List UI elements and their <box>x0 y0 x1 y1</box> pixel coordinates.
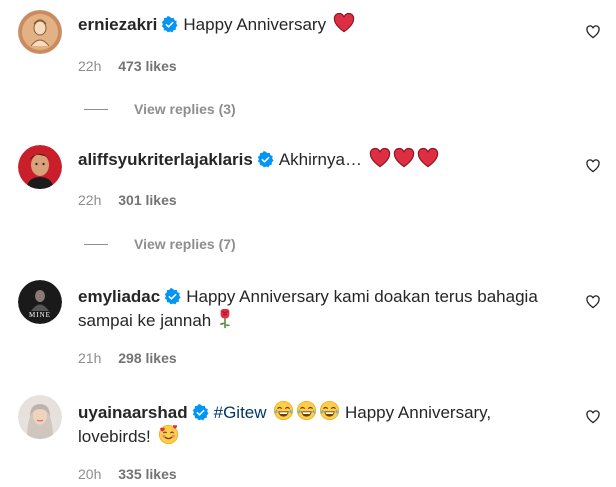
timestamp[interactable]: 21h <box>78 350 101 366</box>
username[interactable]: aliffsyukriterlajaklaris <box>78 150 253 169</box>
view-replies-label: View replies (7) <box>134 236 236 252</box>
username[interactable]: emyliadac <box>78 287 160 306</box>
avatar-image <box>18 145 62 189</box>
verified-badge-icon <box>164 288 181 305</box>
view-replies-button[interactable]: View replies (3) <box>84 101 236 117</box>
view-replies-button[interactable]: View replies (7) <box>84 236 236 252</box>
avatar[interactable]: MINE <box>18 280 62 324</box>
smiling-face-with-hearts-icon <box>158 424 179 445</box>
red-heart-icon <box>333 13 355 33</box>
red-heart-icon <box>417 148 439 168</box>
likes-count[interactable]: 335 likes <box>118 466 176 482</box>
tears-of-joy-icon <box>296 400 317 421</box>
comment-meta: 22h 473 likes <box>78 58 177 74</box>
username[interactable]: uyainaarshad <box>78 403 188 422</box>
comment-meta: 20h 335 likes <box>78 466 177 482</box>
likes-count[interactable]: 301 likes <box>118 192 176 208</box>
verified-badge-icon <box>257 151 274 168</box>
red-heart-icon <box>369 148 391 168</box>
verified-badge-icon <box>192 404 209 421</box>
comment-meta: 22h 301 likes <box>78 192 177 208</box>
comment-body: aliffsyukriterlajaklaris Akhirnya… <box>78 148 578 171</box>
comment-body: uyainaarshad #Gitew Happy Anniversary, lo… <box>78 400 578 448</box>
avatar[interactable] <box>18 395 62 439</box>
tears-of-joy-icon <box>273 400 294 421</box>
comment-text: Happy Anniversary kami doakan terus baha… <box>186 287 538 306</box>
avatar-image <box>18 395 62 439</box>
comment-text: Akhirnya… <box>278 150 362 169</box>
comment-body: erniezakri Happy Anniversary <box>78 13 578 36</box>
avatar[interactable] <box>18 145 62 189</box>
comment-text: Happy Anniversary, <box>345 403 492 422</box>
comment-text-line2: sampai ke jannah <box>78 311 212 330</box>
timestamp[interactable]: 20h <box>78 466 101 482</box>
hashtag-link[interactable]: #Gitew <box>214 403 267 422</box>
like-heart-icon[interactable] <box>585 409 601 425</box>
divider-line <box>84 243 108 245</box>
red-heart-icon <box>393 148 415 168</box>
rose-icon <box>218 308 232 329</box>
like-heart-icon[interactable] <box>585 24 601 40</box>
like-heart-icon[interactable] <box>585 294 601 310</box>
username[interactable]: erniezakri <box>78 15 157 34</box>
timestamp[interactable]: 22h <box>78 58 101 74</box>
avatar-image: MINE <box>18 280 62 324</box>
divider-line <box>84 108 108 110</box>
view-replies-label: View replies (3) <box>134 101 236 117</box>
tears-of-joy-icon <box>319 400 340 421</box>
verified-badge-icon <box>161 16 178 33</box>
timestamp[interactable]: 22h <box>78 192 101 208</box>
svg-text:MINE: MINE <box>29 311 51 319</box>
avatar-image <box>18 10 62 54</box>
comment-text: Happy Anniversary <box>183 15 327 34</box>
like-heart-icon[interactable] <box>585 158 601 174</box>
likes-count[interactable]: 298 likes <box>118 350 176 366</box>
comment-body: emyliadac Happy Anniversary kami doakan t… <box>78 285 578 332</box>
likes-count[interactable]: 473 likes <box>118 58 176 74</box>
comment-meta: 21h 298 likes <box>78 350 177 366</box>
comment-text-line2: lovebirds! <box>78 427 151 446</box>
avatar[interactable] <box>18 10 62 54</box>
